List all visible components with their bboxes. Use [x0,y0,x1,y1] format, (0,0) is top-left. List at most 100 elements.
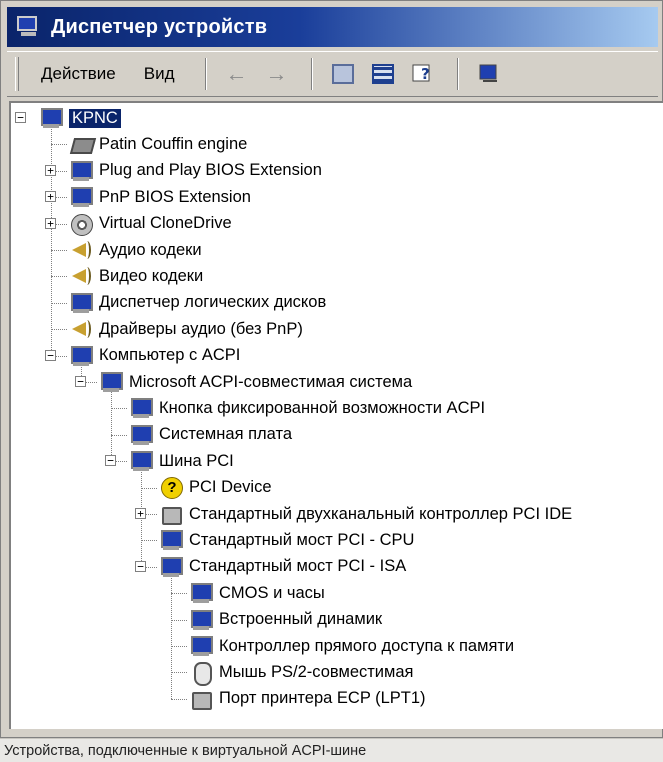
properties-icon[interactable] [325,57,361,91]
tree-node-label: Контроллер прямого доступа к памяти [219,636,515,655]
monitor-icon [69,160,93,182]
tree-node[interactable]: Видео кодеки [69,263,203,289]
monitor-icon [159,529,183,551]
tree-node-label: Компьютер с ACPI [99,346,241,365]
computer-icon [39,107,63,129]
port-icon [189,688,213,710]
expand-icon[interactable]: + [45,164,56,176]
collapse-icon[interactable]: − [45,349,56,361]
tree-node-label: Кнопка фиксированной возможности ACPI [159,398,486,417]
tree-connector [111,434,127,436]
tree-node[interactable]: Кнопка фиксированной возможности ACPI [129,395,485,421]
figure-caption: Устройства, подключенные к виртуальной A… [0,738,663,762]
menu-view[interactable]: Вид [134,60,185,88]
tree-node[interactable]: Диспетчер логических дисков [69,290,326,316]
tree-node[interactable]: Аудио кодеки [69,237,202,263]
speaker-icon [69,318,93,340]
device-tree[interactable]: − KPNC Patin Couffin engine + Plug and Play … [9,101,663,729]
tree-node-label: Мышь PS/2-совместимая [219,662,414,681]
tree-connector [171,575,172,699]
tree-node-label: PnP BIOS Extension [99,187,251,206]
tree-node[interactable]: KPNC [39,105,121,131]
tree-connector [171,672,187,674]
tree-node[interactable]: Контроллер прямого доступа к памяти [189,633,514,659]
tree-node-label: Стандартный мост PCI - ISA [189,557,407,576]
tree-node-label: Virtual CloneDrive [99,214,232,233]
collapse-icon[interactable]: − [75,376,86,387]
title-bar[interactable]: Диспетчер устройств [7,7,658,47]
tree-node[interactable]: Microsoft ACPI-совместимая система [99,369,412,395]
toolbar-separator [204,58,207,90]
tree-node-label: KPNC [69,108,121,128]
tree-connector [141,487,157,489]
expand-icon[interactable]: + [135,508,146,519]
tree-node[interactable]: PCI Device [159,475,272,501]
expand-icon[interactable]: + [45,191,56,203]
help-icon[interactable]: ? [405,57,441,91]
tree-connector [171,646,187,647]
speaker-icon [69,239,93,261]
tree-node[interactable]: Plug and Play BIOS Extension [69,158,322,184]
tree-node[interactable]: Virtual CloneDrive [69,211,232,237]
tree-node-label: Видео кодеки [99,266,204,285]
tree-node-label: Microsoft ACPI-совместимая система [129,372,413,391]
tree-node[interactable]: PnP BIOS Extension [69,184,251,210]
tree-node[interactable]: Стандартный мост PCI - CPU [159,527,414,553]
tree-node[interactable]: Компьютер с ACPI [69,343,240,369]
collapse-icon[interactable]: − [105,455,116,467]
svg-text:?: ? [421,65,430,83]
forward-arrow-icon[interactable]: → [259,57,295,91]
tree-node[interactable]: Стандартный двухканальный контроллер PCI… [159,501,572,527]
monitor-icon [159,556,183,578]
device-manager-icon [15,15,41,39]
tree-node-label: Стандартный мост PCI - CPU [189,530,415,549]
tree-connector [171,619,187,621]
tree-connector [111,408,127,410]
tree-node[interactable]: Стандартный мост PCI - ISA [159,554,406,580]
speaker-icon [69,265,93,287]
collapse-icon[interactable]: − [135,560,146,572]
tree-connector [51,127,52,356]
monitor-icon [189,582,213,604]
tree-node[interactable]: Мышь PS/2-совместимая [189,659,414,687]
tree-connector [141,540,157,542]
tree-connector [171,593,187,595]
monitor-icon [129,424,153,446]
tree-node-label: PCI Device [189,478,272,497]
mouse-icon [189,661,213,687]
refresh-icon[interactable] [471,57,507,91]
toolbar: Действие Вид ← → ? [7,51,658,97]
tree-node[interactable]: Встроенный динамик [189,607,382,633]
tree-connector [51,276,67,278]
tree-node[interactable]: Patin Couffin engine [69,131,247,157]
monitor-icon [69,292,93,314]
monitor-icon [69,186,93,208]
tree-connector [51,329,67,331]
monitor-icon [99,371,123,393]
menu-action[interactable]: Действие [31,60,126,88]
tree-node-label: Patin Couffin engine [99,134,248,153]
toolbar-separator [456,58,459,90]
tree-node-label: Порт принтера ECP (LPT1) [219,689,426,708]
monitor-icon [69,345,93,367]
tree-node[interactable]: Шина PCI [129,448,234,474]
tree-connector [111,391,112,462]
tree-node[interactable]: CMOS и часы [189,580,325,606]
tree-node[interactable]: Порт принтера ECP (LPT1) [189,686,426,712]
collapse-icon[interactable]: − [15,112,26,123]
window-title: Диспетчер устройств [51,15,268,38]
tree-node-label: Драйверы аудио (без PnP) [99,319,303,338]
tree-node[interactable]: Системная плата [129,422,292,448]
port-icon [159,503,183,525]
tree-node-label: Plug and Play BIOS Extension [99,161,322,180]
tree-node-label: Шина PCI [159,451,234,470]
tree-node[interactable]: Драйверы аудио (без PnP) [69,316,303,342]
tree-node-label: Аудио кодеки [99,240,202,259]
tree-node-label: CMOS и часы [219,583,325,602]
back-arrow-icon[interactable]: ← [219,57,255,91]
toolbar-grip[interactable] [15,57,19,91]
question-icon [159,476,183,499]
view-icon[interactable] [365,57,401,91]
expand-icon[interactable]: + [45,217,56,229]
tree-node-label: Системная плата [159,425,293,444]
